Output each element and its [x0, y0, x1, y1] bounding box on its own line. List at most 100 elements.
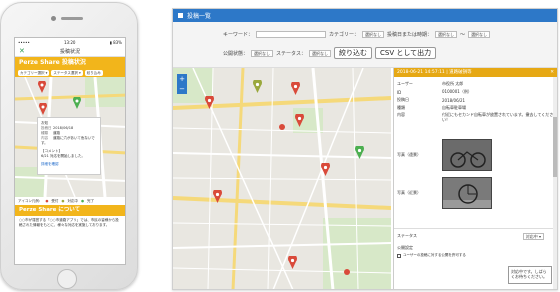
- public-select[interactable]: 選択なし: [251, 49, 274, 57]
- public-checkbox[interactable]: [397, 253, 401, 258]
- photo-row: 写真（遠景）: [397, 136, 554, 174]
- legend-complete-icon: ●: [80, 199, 85, 203]
- map-pin-red[interactable]: [38, 81, 46, 93]
- photo-label: 写真（近景）: [397, 190, 421, 195]
- date-label: 投稿日または時期：: [387, 32, 433, 38]
- legend-in-progress: 対応中: [67, 198, 78, 203]
- close-icon[interactable]: ✕: [550, 68, 554, 77]
- battery-indicator: ▮ 83%: [109, 39, 122, 45]
- status-setting-label: ステータス: [397, 233, 417, 238]
- camera-icon: [51, 16, 56, 21]
- detail-key: 投稿日: [397, 97, 409, 102]
- desktop-window: 投稿一覧 キーワード： カテゴリー： 選択なし 投稿日または時期： 選択なし ～…: [172, 8, 558, 290]
- mobile-filter-bar: カテゴリー選択 ▾ ステータス選択 ▾ 絞り込み: [15, 68, 125, 77]
- zoom-in-button[interactable]: +: [177, 74, 187, 84]
- map-pin-red[interactable]: [213, 190, 222, 203]
- zoom-out-button[interactable]: −: [177, 84, 187, 94]
- smartphone-mockup: ••••• 13:20 ▮ 83% ✕ 投稿状況 Perze Share 投稿状…: [0, 2, 138, 290]
- status-bar: ••••• 13:20 ▮ 83%: [15, 38, 125, 46]
- mobile-screen: ••••• 13:20 ▮ 83% ✕ 投稿状況 Perze Share 投稿状…: [14, 37, 126, 265]
- memo-textarea[interactable]: 対応中です。しばらくお待ちください。: [508, 266, 552, 284]
- mobile-nav-title: 投稿状況: [59, 48, 80, 55]
- detail-row: 投稿日 2018/06/21: [397, 96, 554, 104]
- legend-received: 受付: [51, 198, 59, 203]
- detail-value: 付近にもセカンド自転車が放置されています。撤去してください！: [442, 112, 554, 122]
- detail-rows: ユーザー 市役所 太郎 ID 0100001（例） 投稿日 2018/06/21 種類…: [394, 77, 557, 215]
- mobile-map[interactable]: お知 投稿日 2018/06/18 種類 道路 内容 道路に穴があいて危ないです。 【…: [15, 77, 125, 197]
- date-from-select[interactable]: 選択なし: [435, 31, 458, 38]
- detail-row: 内容 付近にもセカンド自転車が放置されています。撤去してください！: [397, 112, 554, 136]
- map-pin-green[interactable]: [73, 97, 81, 109]
- map-marker-small[interactable]: [343, 268, 351, 276]
- desktop-body: + − 2018-06-21 14:57:11 | 道路破損等 ✕ ユーザー 市役…: [173, 68, 557, 289]
- mobile-section-title: Perze Share 投稿状況: [15, 57, 125, 68]
- detail-key: ユーザー: [397, 81, 413, 86]
- mobile-map-popup: お知 投稿日 2018/06/18 種類 道路 内容 道路に穴があいて危ないです。 【…: [37, 117, 101, 175]
- map-pin-olive[interactable]: [253, 80, 262, 93]
- status-label: ステータス：: [276, 50, 307, 57]
- legend-label: アイコン凡例：: [18, 198, 43, 203]
- desktop-page-title: 投稿一覧: [187, 13, 212, 20]
- csv-export-button[interactable]: CSV として出力: [375, 47, 437, 59]
- detail-value: 自転車駐車場: [442, 105, 466, 110]
- zoom-control: + −: [177, 74, 187, 94]
- public-setting-option: ユーザーの投稿に対する公開を許可する: [403, 253, 466, 257]
- mobile-nav-bar: ✕ 投稿状況: [15, 46, 125, 57]
- category-label: カテゴリー：: [329, 32, 360, 38]
- detail-value: 2018/06/21: [442, 97, 466, 103]
- map-pin-red[interactable]: [321, 163, 330, 176]
- status-setting-select[interactable]: 対応中 ▾: [522, 232, 544, 240]
- mobile-about-title: Perze Share について: [15, 205, 125, 216]
- legend-received-icon: ●: [45, 199, 49, 203]
- map-pin-red[interactable]: [205, 96, 214, 109]
- map-marker-small[interactable]: [278, 123, 286, 131]
- status-settings: ステータス 対応中 ▾ 公開設定 ユーザーの投稿に対する公開を許可する: [394, 228, 557, 261]
- map-pin-red[interactable]: [288, 256, 297, 269]
- photo-distant[interactable]: [442, 139, 492, 171]
- legend-complete: 完了: [87, 198, 95, 203]
- detail-row: 種類 自転車駐車場: [397, 104, 554, 112]
- map-pin-green[interactable]: [355, 146, 364, 159]
- popup-detail-link[interactable]: 詳細を確認: [41, 162, 97, 167]
- map-pin-red[interactable]: [295, 114, 304, 127]
- popup-value: 2018/06/18: [53, 126, 74, 130]
- photo-row: 写真（近景）: [397, 174, 554, 212]
- filter-button[interactable]: 絞り込む: [334, 47, 373, 59]
- popup-value: 道路: [53, 131, 60, 135]
- keyword-input[interactable]: [256, 31, 327, 38]
- filter-panel: キーワード： カテゴリー： 選択なし 投稿日または時期： 選択なし ～ 選択なし…: [173, 22, 557, 68]
- scrollbar-thumb[interactable]: [553, 117, 557, 177]
- detail-value: 0100001（例）: [442, 89, 472, 94]
- desktop-header: 投稿一覧: [173, 9, 557, 22]
- detail-panel-header: 2018-06-21 14:57:11 | 道路破損等 ✕: [394, 68, 557, 77]
- signal-indicator: •••••: [18, 39, 30, 45]
- legend-in-progress-icon: ●: [61, 199, 65, 203]
- keyword-label: キーワード：: [223, 32, 254, 38]
- mobile-about-text: ○○市が運営する「○○市道路アプリ」では、市民の皆様から投稿された情報をもとに、…: [19, 218, 119, 227]
- detail-row: ID 0100001（例）: [397, 88, 554, 96]
- home-button: [57, 269, 77, 289]
- photo-close[interactable]: [442, 177, 492, 209]
- mobile-status-select[interactable]: ステータス選択 ▾: [51, 69, 83, 76]
- public-label: 公開状態：: [223, 50, 249, 57]
- category-select[interactable]: 選択なし: [362, 31, 385, 38]
- detail-row: ユーザー 市役所 太郎: [397, 80, 554, 88]
- header-square-icon: [178, 13, 183, 18]
- detail-key: 内容: [397, 112, 405, 117]
- detail-key: 種類: [397, 105, 405, 110]
- status-time: 13:20: [63, 39, 76, 45]
- map-pin-red[interactable]: [39, 103, 47, 115]
- detail-panel-title: 2018-06-21 14:57:11 | 道路破損等: [397, 70, 472, 75]
- date-to-select[interactable]: 選択なし: [468, 31, 491, 38]
- panel-scrollbar[interactable]: [553, 77, 557, 289]
- desktop-map[interactable]: + −: [173, 68, 391, 289]
- date-separator: ～: [460, 32, 466, 38]
- map-pin-red[interactable]: [291, 82, 300, 95]
- speaker-grille: [61, 17, 83, 20]
- popup-comment-text: 6/21 対応を開始しました。: [41, 154, 85, 158]
- public-setting-label: 公開設定: [397, 245, 413, 250]
- status-select[interactable]: 選択なし: [309, 49, 332, 57]
- detail-value: 市役所 太郎: [442, 81, 464, 86]
- mobile-filter-button[interactable]: 絞り込み: [84, 69, 103, 76]
- mobile-category-select[interactable]: カテゴリー選択 ▾: [18, 69, 50, 76]
